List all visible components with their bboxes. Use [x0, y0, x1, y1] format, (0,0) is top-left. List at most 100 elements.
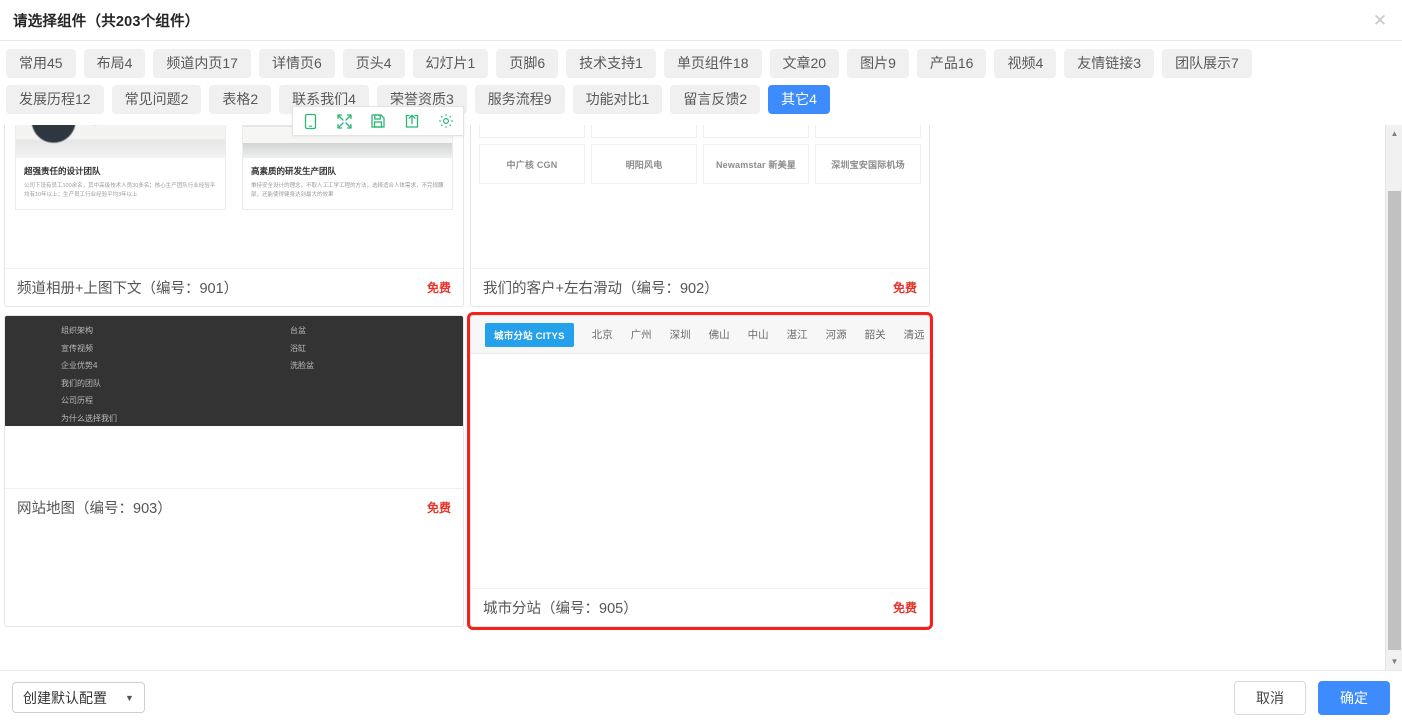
city-link[interactable]: 湛江	[787, 327, 808, 342]
scrollbar-thumb[interactable]	[1388, 191, 1401, 650]
component-label: 网站地图（编号：903）免费	[5, 488, 463, 526]
logo-preview: CASICPanasonic中国华能集团公司中国科学院中广核 CGN明阳风电Ne…	[471, 125, 929, 184]
city-badge: 城市分站 CITYS	[485, 323, 574, 347]
category-tab[interactable]: 常用45	[6, 49, 76, 78]
city-content-blank	[471, 354, 929, 588]
city-link[interactable]: 广州	[631, 327, 652, 342]
close-icon[interactable]: ✕	[1368, 8, 1392, 32]
category-tab-label: 幻灯片1	[426, 55, 476, 71]
share-icon[interactable]	[395, 107, 429, 135]
dialog-header: 请选择组件（共203个组件） ✕	[0, 0, 1402, 41]
category-tab[interactable]: 团队展示7	[1162, 49, 1252, 78]
logo-cell: Panasonic	[591, 125, 697, 138]
category-tab[interactable]: 留言反馈2	[670, 85, 760, 114]
category-tab-label: 友情链接3	[1077, 55, 1141, 71]
sitemap-link[interactable]: 宣传视频	[61, 340, 234, 358]
category-tab[interactable]: 图片9	[847, 49, 909, 78]
sitemap-link[interactable]: 组织架构	[61, 322, 234, 340]
category-tab[interactable]: 单页组件18	[664, 49, 762, 78]
category-tab[interactable]: 布局4	[84, 49, 146, 78]
city-link[interactable]: 韶关	[865, 327, 886, 342]
sitemap-column-left: 组织架构宣传视频企业优势4我们的团队公司历程为什么选择我们	[5, 322, 234, 426]
price-badge: 免费	[893, 599, 917, 616]
component-card[interactable]: 城市分站 CITYS 北京 广州 深圳 佛山 中山 湛江 河源 韶关 清远城市分站（编号：905）…	[470, 315, 930, 627]
component-label: 城市分站（编号：905）免费	[471, 588, 929, 626]
category-tab[interactable]: 产品16	[917, 49, 987, 78]
component-card[interactable]: CASICPanasonic中国华能集团公司中国科学院中广核 CGN明阳风电Ne…	[470, 125, 930, 307]
album-item: 超强责任的设计团队公司下设有员工100余名，其中高级技术人员30多名；核心生产团…	[15, 125, 226, 210]
default-config-select-label: 创建默认配置	[23, 688, 107, 708]
sitemap-link[interactable]: 为什么选择我们	[61, 410, 234, 428]
component-title: 频道相册+上图下文（编号：901）	[17, 277, 238, 298]
city-link[interactable]: 北京	[592, 327, 613, 342]
category-tab[interactable]: 视频4	[994, 49, 1056, 78]
city-link[interactable]: 深圳	[670, 327, 691, 342]
component-scroll-area: 超强责任的设计团队公司下设有员工100余名，其中高级技术人员30多名；核心生产团…	[0, 125, 1384, 670]
category-tab[interactable]: 页头4	[343, 49, 405, 78]
save-icon[interactable]	[361, 107, 395, 135]
album-photo	[16, 125, 225, 158]
price-badge: 免费	[427, 279, 451, 296]
component-label: 频道相册+上图下文（编号：901） 免费	[5, 268, 463, 306]
component-preview: CASICPanasonic中国华能集团公司中国科学院中广核 CGN明阳风电Ne…	[471, 125, 929, 268]
sitemap-link[interactable]: 洗脸盆	[290, 357, 463, 375]
category-tab[interactable]: 发展历程12	[6, 85, 104, 114]
city-link[interactable]: 清远	[904, 327, 925, 342]
expand-icon[interactable]	[327, 107, 361, 135]
city-link[interactable]: 河源	[826, 327, 847, 342]
sitemap-link[interactable]: 浴缸	[290, 340, 463, 358]
cancel-button[interactable]: 取消	[1234, 681, 1306, 715]
category-tab[interactable]: 页脚6	[496, 49, 558, 78]
sitemap-preview: 组织架构宣传视频企业优势4我们的团队公司历程为什么选择我们台盆浴缸洗脸盆	[5, 316, 463, 426]
album-item-title: 超强责任的设计团队	[24, 165, 217, 177]
logo-grid: CASICPanasonic中国华能集团公司中国科学院中广核 CGN明阳风电Ne…	[471, 125, 929, 184]
logo-cell: 中广核 CGN	[479, 144, 585, 184]
logo-name: Newamstar 新美星	[716, 158, 796, 171]
confirm-button[interactable]: 确定	[1318, 681, 1390, 715]
chevron-down-icon[interactable]: ▼	[1386, 653, 1402, 670]
category-tab[interactable]: 幻灯片1	[413, 49, 489, 78]
default-config-select[interactable]: 创建默认配置 ▼	[12, 682, 145, 713]
category-tab-label: 功能对比1	[586, 91, 650, 107]
category-tab-bar: 常用45 布局4频道内页17 详情页6 页头4 幻灯片1 页脚6 技术支持1 单页组件18 文章…	[0, 41, 1402, 125]
category-tab-label: 团队展示7	[1175, 55, 1239, 71]
category-tab[interactable]: 功能对比1	[573, 85, 663, 114]
city-link[interactable]: 佛山	[709, 327, 730, 342]
category-tab-label: 视频4	[1007, 55, 1043, 71]
category-tab-label: 常见问题2	[125, 91, 189, 107]
sitemap-link[interactable]: 公司历程	[61, 392, 234, 410]
category-tab-label: 产品16	[930, 55, 974, 71]
sitemap-link[interactable]: 台盆	[290, 322, 463, 340]
sitemap-link[interactable]: 企业优势4	[61, 357, 234, 375]
logo-name: 中广核 CGN	[507, 158, 558, 171]
component-preview: 城市分站 CITYS 北京 广州 深圳 佛山 中山 湛江 河源 韶关 清远	[471, 316, 929, 588]
city-link[interactable]: 中山	[748, 327, 769, 342]
album-item-desc: 秉持安全设计的理念，不取人工工学工程的方法，选择适合人体需求，不完规腰部，还能使…	[251, 182, 444, 199]
category-tab[interactable]: 频道内页17	[153, 49, 251, 78]
category-tab[interactable]: 详情页6	[259, 49, 335, 78]
footer-actions: 取消 确定	[1234, 681, 1390, 715]
vertical-scrollbar[interactable]: ▲ ▼	[1385, 125, 1402, 670]
gear-icon[interactable]	[429, 107, 463, 135]
category-tab[interactable]: 服务流程9	[475, 85, 565, 114]
category-tab[interactable]: 技术支持1	[566, 49, 656, 78]
sitemap-column-right: 台盆浴缸洗脸盆	[234, 322, 463, 426]
category-tab[interactable]: 其它4	[768, 85, 830, 114]
category-tab[interactable]: 常见问题2	[112, 85, 202, 114]
category-tab-label: 联系我们4	[292, 91, 356, 107]
category-tab-label: 文章20	[783, 55, 827, 71]
logo-cell: 深圳宝安国际机场	[815, 144, 921, 184]
logo-name: 明阳风电	[626, 158, 663, 171]
sitemap-link[interactable]: 我们的团队	[61, 375, 234, 393]
component-card[interactable]: 超强责任的设计团队公司下设有员工100余名，其中高级技术人员30多名；核心生产团…	[4, 125, 464, 307]
floating-preview-toolbar	[292, 106, 464, 136]
mobile-preview-icon[interactable]	[293, 107, 327, 135]
category-tab[interactable]: 表格2	[209, 85, 271, 114]
album-item-title: 高素质的研发生产团队	[251, 165, 444, 177]
price-badge: 免费	[427, 499, 451, 516]
component-card[interactable]: 组织架构宣传视频企业优势4我们的团队公司历程为什么选择我们台盆浴缸洗脸盆网站地图…	[4, 315, 464, 627]
chevron-up-icon[interactable]: ▲	[1386, 125, 1402, 142]
category-tab[interactable]: 友情链接3	[1064, 49, 1154, 78]
chevron-down-icon: ▼	[125, 693, 134, 703]
category-tab[interactable]: 文章20	[770, 49, 840, 78]
